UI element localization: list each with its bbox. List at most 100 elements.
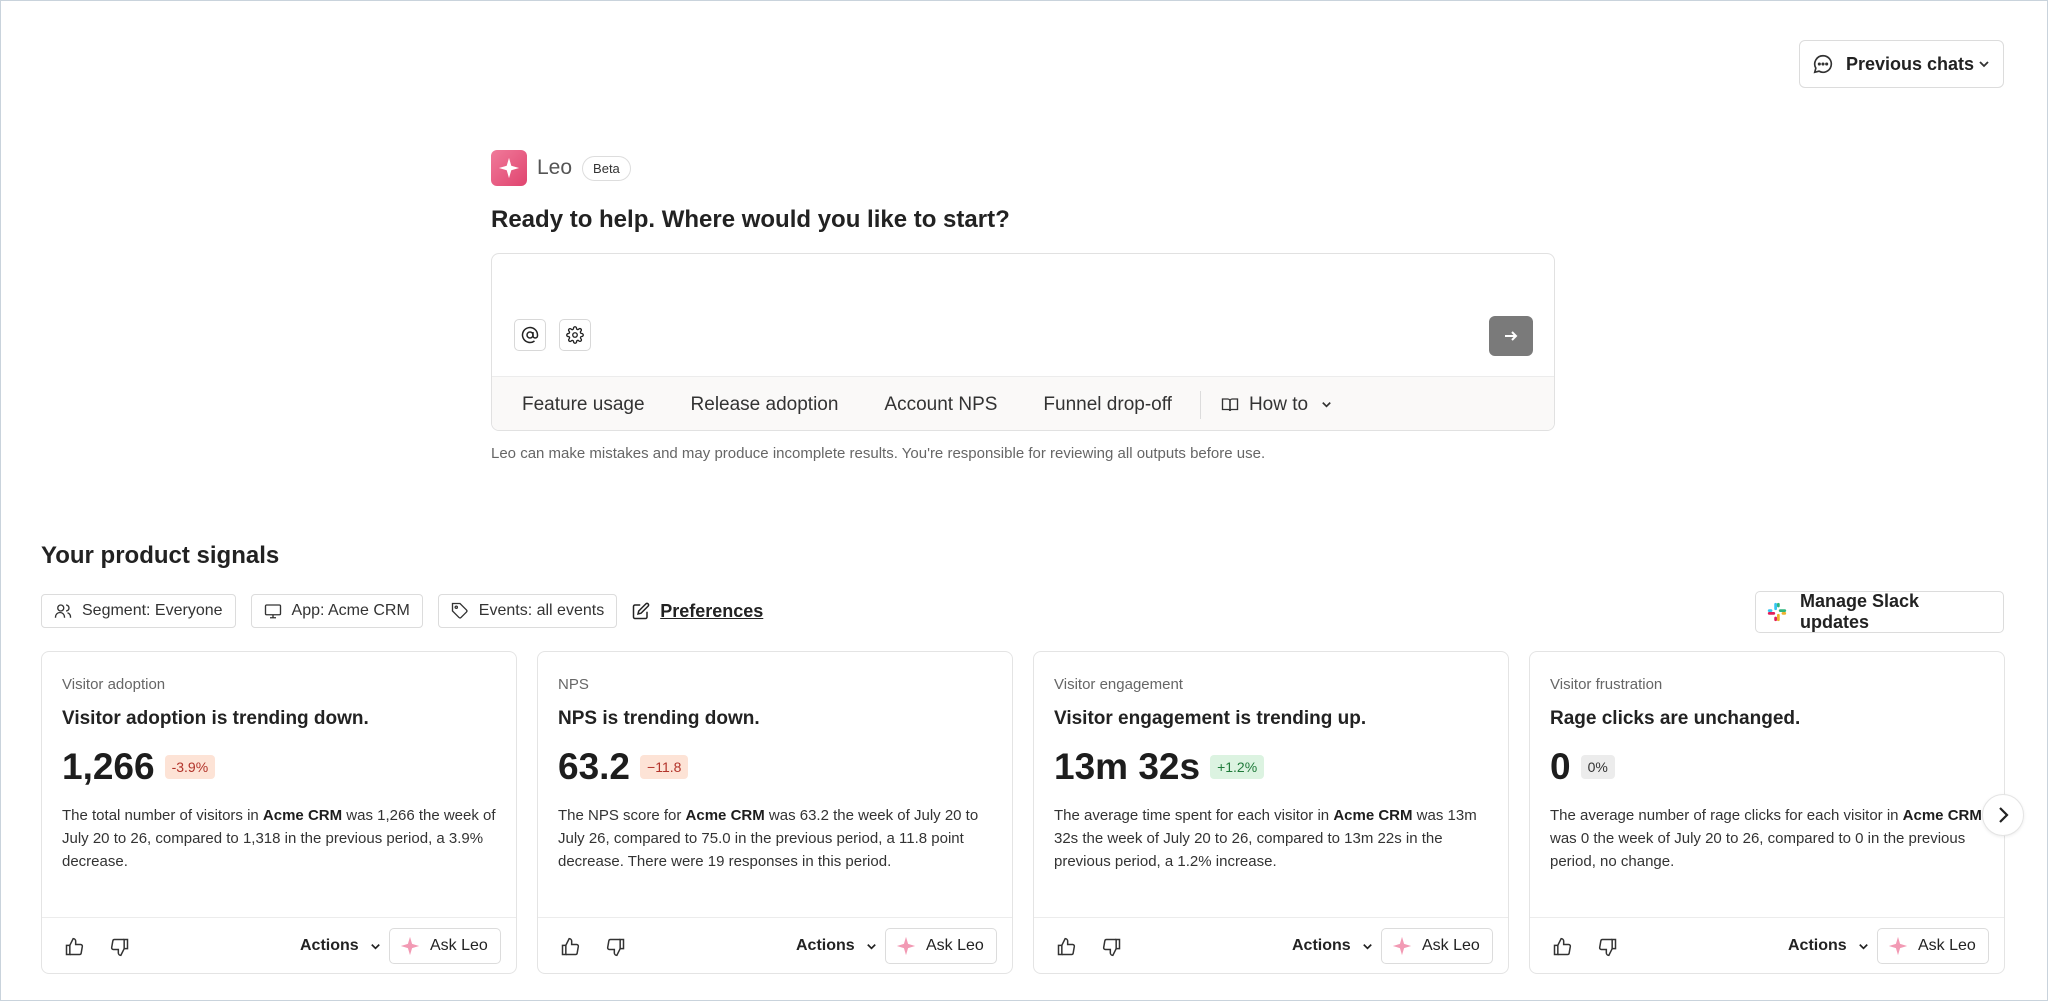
arrow-right-icon [1505, 331, 1518, 341]
card-footer: Actions Ask Leo [1034, 917, 1508, 975]
settings-button[interactable] [559, 319, 591, 351]
ask-leo-button[interactable]: Ask Leo [885, 928, 997, 964]
events-filter-label: Events: all events [478, 602, 605, 619]
metric-value: 13m 32s [1054, 746, 1201, 787]
actions-dropdown[interactable]: Actions [1780, 931, 1878, 961]
chevron-right-icon [1999, 807, 2009, 823]
chat-input[interactable] [492, 254, 1554, 294]
desc-text: The average number of rage clicks for ea… [1550, 807, 1903, 824]
next-cards-button[interactable] [1982, 794, 2024, 836]
signals-title: Your product signals [41, 542, 280, 569]
manage-slack-label: Manage Slack updates [1799, 591, 1920, 632]
edit-icon [632, 602, 650, 620]
thumbs-up-icon [1553, 937, 1572, 956]
card-metric: 1,266 -3.9% [62, 746, 216, 788]
card-metric: 0 0% [1550, 746, 1615, 788]
thumbs-up-button[interactable] [62, 935, 86, 959]
card-category: NPS [558, 676, 589, 693]
thumbs-up-button[interactable] [1054, 935, 1078, 959]
actions-dropdown[interactable]: Actions [788, 931, 886, 961]
chevron-down-icon [1322, 402, 1331, 408]
disclaimer-text: Leo can make mistakes and may produce in… [491, 445, 1266, 462]
sparkle-icon [1392, 936, 1412, 956]
app-filter[interactable]: App: Acme CRM [250, 594, 423, 628]
desc-app-name: Acme CRM [1333, 807, 1413, 824]
card-category: Visitor adoption [62, 676, 166, 693]
thumbs-down-button[interactable] [1100, 935, 1124, 959]
actions-dropdown[interactable]: Actions [1284, 931, 1382, 961]
manage-slack-button[interactable]: Manage Slack updates [1755, 591, 2004, 633]
actions-label: Actions [300, 937, 359, 954]
card-description: The average time spent for each visitor … [1054, 804, 1494, 873]
chevron-down-icon [1979, 61, 1989, 68]
chat-composer: Feature usage Release adoption Account N… [491, 253, 1555, 431]
card-description: The total number of visitors in Acme CRM… [62, 804, 502, 873]
preferences-label: Preferences [660, 600, 764, 621]
desc-text: was 0 the week of July 20 to 26, compare… [1550, 830, 1966, 870]
desc-app-name: Acme CRM [685, 807, 765, 824]
ask-leo-button[interactable]: Ask Leo [1381, 928, 1493, 964]
actions-label: Actions [1788, 937, 1847, 954]
card-description: The NPS score for Acme CRM was 63.2 the … [558, 804, 998, 873]
sparkle-icon [896, 936, 916, 956]
segment-filter[interactable]: Segment: Everyone [41, 594, 236, 628]
card-footer: Actions Ask Leo [1530, 917, 2004, 975]
how-to-label: How to [1248, 393, 1309, 415]
card-description: The average number of rage clicks for ea… [1550, 804, 1990, 873]
thumbs-down-button[interactable] [604, 935, 628, 959]
suggestion-feature-usage[interactable]: Feature usage [504, 386, 663, 424]
delta-badge: 0% [1580, 755, 1615, 779]
ask-leo-label: Ask Leo [430, 937, 488, 954]
how-to-dropdown[interactable]: How to [1209, 386, 1355, 424]
divider [1199, 390, 1201, 419]
leo-headline: Ready to help. Where would you like to s… [491, 206, 1010, 233]
chevron-down-icon [1362, 943, 1372, 950]
ask-leo-button[interactable]: Ask Leo [389, 928, 501, 964]
events-filter[interactable]: Events: all events [437, 594, 618, 628]
previous-chats-label: Previous chats [1846, 53, 1975, 74]
ask-leo-button[interactable]: Ask Leo [1877, 928, 1989, 964]
thumbs-up-icon [561, 937, 580, 956]
desc-app-name: Acme CRM [1902, 807, 1982, 824]
thumbs-down-icon [1102, 938, 1121, 957]
suggestion-bar: Feature usage Release adoption Account N… [492, 376, 1554, 430]
card-metric: 63.2 −11.8 [558, 746, 689, 788]
signal-card: Visitor adoption Visitor adoption is tre… [41, 651, 517, 974]
suggestion-funnel-drop-off[interactable]: Funnel drop-off [1025, 386, 1190, 424]
actions-dropdown[interactable]: Actions [292, 931, 390, 961]
thumbs-up-button[interactable] [1550, 935, 1574, 959]
thumbs-up-icon [65, 937, 84, 956]
leo-name: Leo [537, 156, 573, 179]
signal-card: Visitor frustration Rage clicks are unch… [1529, 651, 2005, 974]
desc-text: The NPS score for [558, 807, 686, 824]
actions-label: Actions [1292, 937, 1351, 954]
ask-leo-label: Ask Leo [926, 937, 984, 954]
mention-button[interactable] [514, 319, 546, 351]
suggestion-account-nps[interactable]: Account NPS [866, 386, 1015, 424]
previous-chats-button[interactable]: Previous chats [1799, 40, 2004, 88]
beta-badge: Beta [582, 155, 631, 181]
sparkle-icon [400, 936, 420, 956]
chevron-down-icon [1858, 943, 1868, 950]
thumbs-down-icon [110, 938, 129, 957]
ask-leo-label: Ask Leo [1422, 937, 1480, 954]
card-title: Rage clicks are unchanged. [1550, 708, 1801, 729]
segment-filter-label: Segment: Everyone [82, 602, 223, 619]
thumbs-up-button[interactable] [558, 935, 582, 959]
suggestion-release-adoption[interactable]: Release adoption [673, 386, 857, 424]
thumbs-down-button[interactable] [1596, 935, 1620, 959]
preferences-link[interactable]: Preferences [632, 601, 763, 622]
slack-icon [1767, 602, 1787, 622]
metric-value: 0 [1550, 746, 1571, 787]
desc-text: The average time spent for each visitor … [1054, 807, 1334, 824]
send-button[interactable] [1489, 316, 1533, 356]
desc-text: The total number of visitors in [62, 807, 263, 824]
gear-icon [566, 326, 584, 344]
thumbs-down-button[interactable] [108, 935, 132, 959]
thumbs-down-icon [606, 938, 625, 957]
leo-header: Leo Beta [491, 150, 631, 186]
actions-label: Actions [796, 937, 855, 954]
book-icon [1221, 397, 1239, 411]
thumbs-up-icon [1057, 937, 1076, 956]
card-category: Visitor engagement [1054, 676, 1183, 693]
